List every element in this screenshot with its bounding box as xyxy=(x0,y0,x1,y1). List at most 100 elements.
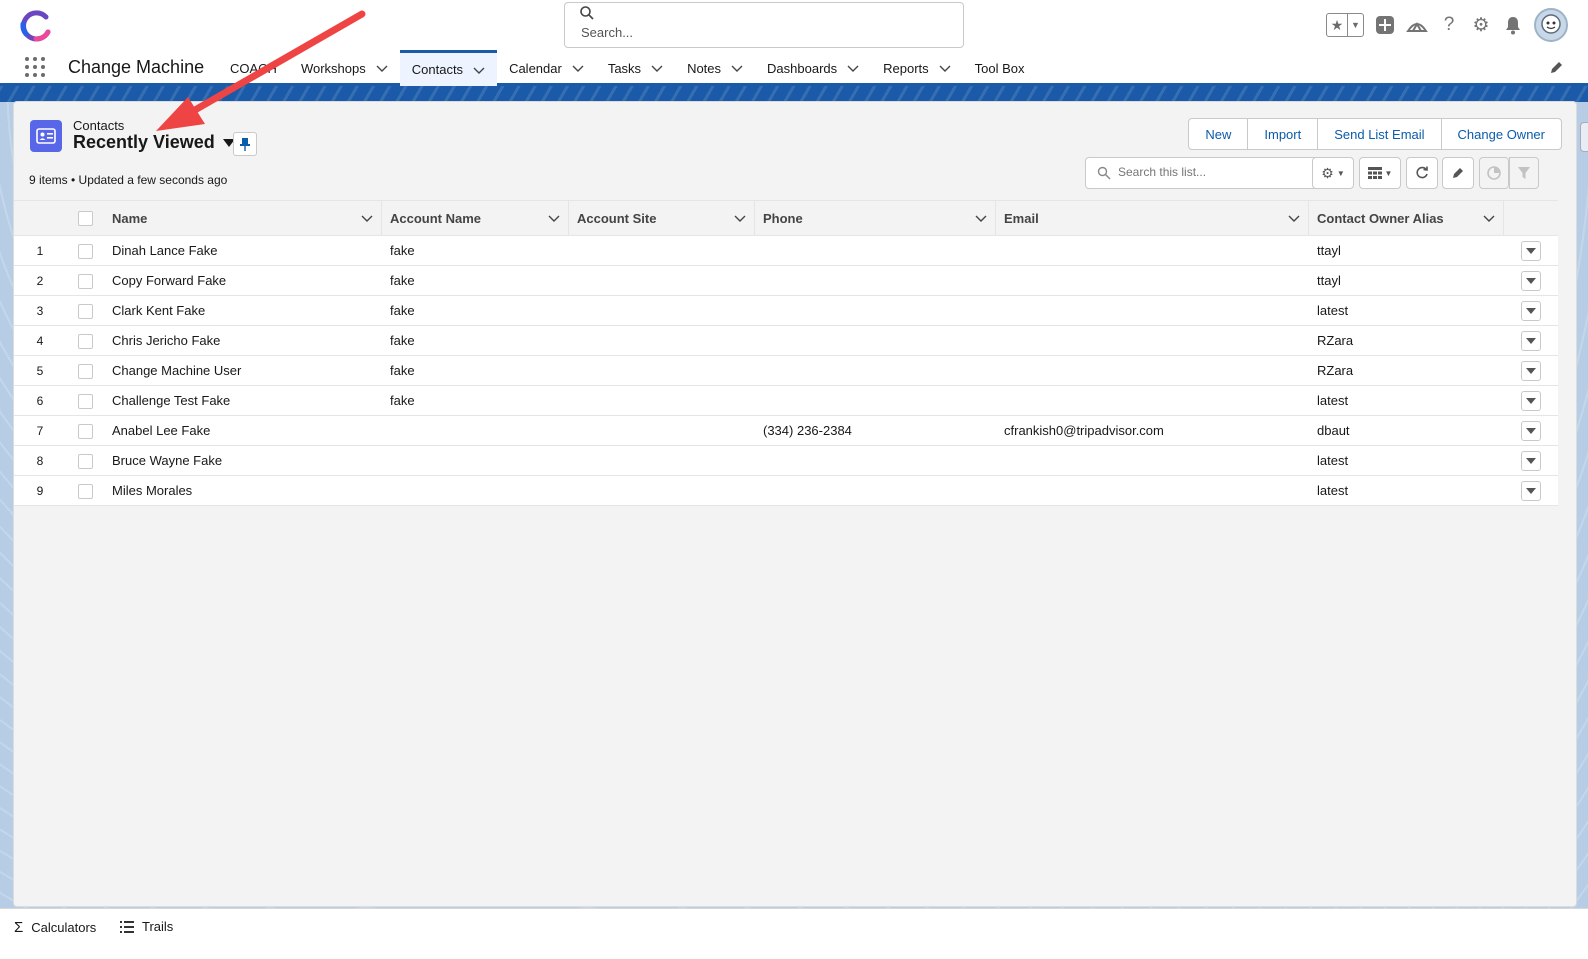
cell-name[interactable]: Dinah Lance Fake xyxy=(104,235,382,266)
chevron-down-icon[interactable] xyxy=(361,212,373,224)
row-actions-dropdown-button[interactable] xyxy=(1521,360,1541,381)
cell-account-name[interactable]: fake xyxy=(382,325,569,356)
row-actions-dropdown-button[interactable] xyxy=(1521,480,1541,501)
nav-item-tool-box[interactable]: Tool Box xyxy=(963,50,1037,86)
chevron-down-icon[interactable] xyxy=(1483,212,1495,224)
setup-gear-icon[interactable]: ⚙ xyxy=(1470,14,1492,36)
favorites-group[interactable]: ★ ▼ xyxy=(1326,13,1364,37)
row-number: 9 xyxy=(14,475,66,506)
row-select-checkbox[interactable] xyxy=(77,453,93,469)
notifications-bell-icon[interactable] xyxy=(1502,14,1524,36)
edit-nav-pencil-icon[interactable] xyxy=(1548,60,1564,76)
user-avatar[interactable] xyxy=(1534,8,1568,42)
column-header-account-site[interactable]: Account Site xyxy=(569,200,755,236)
trailhead-icon[interactable] xyxy=(1406,14,1428,36)
pin-list-view-button[interactable] xyxy=(233,132,257,156)
help-icon[interactable]: ? xyxy=(1438,14,1460,36)
chevron-down-icon[interactable] xyxy=(572,62,584,74)
chevron-down-icon[interactable] xyxy=(651,62,663,74)
list-search[interactable] xyxy=(1085,157,1321,189)
row-select-checkbox[interactable] xyxy=(77,303,93,319)
list-icon xyxy=(120,920,134,933)
row-select-checkbox[interactable] xyxy=(77,363,93,379)
column-header-contact-owner-alias[interactable]: Contact Owner Alias xyxy=(1309,200,1504,236)
cell-name[interactable]: Change Machine User xyxy=(104,355,382,386)
app-name: Change Machine xyxy=(68,57,205,77)
cell-name[interactable]: Challenge Test Fake xyxy=(104,385,382,416)
chevron-down-icon[interactable] xyxy=(473,64,485,76)
global-search-input[interactable] xyxy=(581,25,941,40)
cell-name[interactable]: Anabel Lee Fake xyxy=(104,415,382,446)
column-header-phone[interactable]: Phone xyxy=(755,200,996,236)
cell-account-name[interactable]: fake xyxy=(382,295,569,326)
nav-item-calendar[interactable]: Calendar xyxy=(497,50,596,86)
app-logo-icon[interactable] xyxy=(18,8,54,44)
nav-item-coach[interactable]: COACH xyxy=(218,50,289,86)
cell-email[interactable]: cfrankish0@tripadvisor.com xyxy=(996,415,1309,446)
chevron-down-icon[interactable] xyxy=(975,212,987,224)
change-owner-button[interactable]: Change Owner xyxy=(1440,119,1561,149)
row-number: 6 xyxy=(14,385,66,416)
select-all-checkbox[interactable] xyxy=(77,211,93,227)
nav-item-tasks[interactable]: Tasks xyxy=(596,50,675,86)
cell-phone[interactable]: (334) 236-2384 xyxy=(755,415,996,446)
cell-name[interactable]: Chris Jericho Fake xyxy=(104,325,382,356)
favorites-dropdown-icon[interactable]: ▼ xyxy=(1347,14,1363,36)
cell-account-name[interactable]: fake xyxy=(382,385,569,416)
cell-name[interactable]: Bruce Wayne Fake xyxy=(104,445,382,476)
cell-account-name[interactable]: fake xyxy=(382,235,569,266)
refresh-button[interactable] xyxy=(1406,157,1438,189)
column-header-name[interactable]: Name xyxy=(104,200,382,236)
row-select-checkbox[interactable] xyxy=(77,243,93,259)
display-as-table-button[interactable]: ▼ xyxy=(1359,157,1401,189)
row-select-checkbox[interactable] xyxy=(77,393,93,409)
chevron-down-icon[interactable] xyxy=(939,62,951,74)
column-header-account-name[interactable]: Account Name xyxy=(382,200,569,236)
global-actions-icon[interactable] xyxy=(1374,14,1396,36)
new-button[interactable]: New xyxy=(1189,119,1248,149)
pencil-icon xyxy=(1453,168,1463,178)
chevron-down-icon[interactable] xyxy=(1288,212,1300,224)
row-actions-dropdown-button[interactable] xyxy=(1521,450,1541,471)
nav-item-contacts[interactable]: Contacts xyxy=(399,50,498,86)
app-launcher-waffle-icon[interactable] xyxy=(24,56,46,78)
row-actions-dropdown-button[interactable] xyxy=(1521,330,1541,351)
send-list-email-button[interactable]: Send List Email xyxy=(1317,119,1441,149)
row-actions-dropdown-button[interactable] xyxy=(1521,300,1541,321)
charts-button[interactable] xyxy=(1479,157,1509,189)
global-search[interactable] xyxy=(564,2,964,48)
list-view-selector[interactable]: Recently Viewed xyxy=(73,132,235,153)
cell-account-name[interactable]: fake xyxy=(382,355,569,386)
import-button[interactable]: Import xyxy=(1247,119,1318,149)
cell-name[interactable]: Clark Kent Fake xyxy=(104,295,382,326)
cell-name[interactable]: Copy Forward Fake xyxy=(104,265,382,296)
column-header-email[interactable]: Email xyxy=(996,200,1309,236)
chevron-down-icon[interactable] xyxy=(731,62,743,74)
row-select-checkbox[interactable] xyxy=(77,333,93,349)
nav-item-workshops[interactable]: Workshops xyxy=(289,50,400,86)
nav-item-notes[interactable]: Notes xyxy=(675,50,755,86)
row-actions-dropdown-button[interactable] xyxy=(1521,420,1541,441)
chevron-down-icon[interactable] xyxy=(548,212,560,224)
utility-item-trails[interactable]: Trails xyxy=(120,919,173,934)
chevron-down-icon[interactable] xyxy=(376,62,388,74)
edit-list-button[interactable] xyxy=(1442,157,1474,189)
row-select-checkbox[interactable] xyxy=(77,423,93,439)
chevron-down-icon[interactable] xyxy=(734,212,746,224)
list-view-controls-button[interactable]: ⚙ ▼ xyxy=(1312,157,1354,189)
row-actions-dropdown-button[interactable] xyxy=(1521,240,1541,261)
cell-account-name[interactable]: fake xyxy=(382,265,569,296)
row-actions-dropdown-button[interactable] xyxy=(1521,390,1541,411)
utility-item-calculators[interactable]: Σ Calculators xyxy=(14,919,96,936)
side-panel-tab[interactable] xyxy=(1580,122,1588,152)
chevron-down-icon[interactable] xyxy=(847,62,859,74)
favorites-star-icon[interactable]: ★ xyxy=(1327,14,1347,36)
nav-item-dashboards[interactable]: Dashboards xyxy=(755,50,871,86)
row-select-checkbox[interactable] xyxy=(77,273,93,289)
row-actions-dropdown-button[interactable] xyxy=(1521,270,1541,291)
row-select-checkbox[interactable] xyxy=(77,483,93,499)
nav-item-reports[interactable]: Reports xyxy=(871,50,963,86)
filter-button[interactable] xyxy=(1509,157,1539,189)
list-search-input[interactable] xyxy=(1118,165,1313,179)
cell-name[interactable]: Miles Morales xyxy=(104,475,382,506)
